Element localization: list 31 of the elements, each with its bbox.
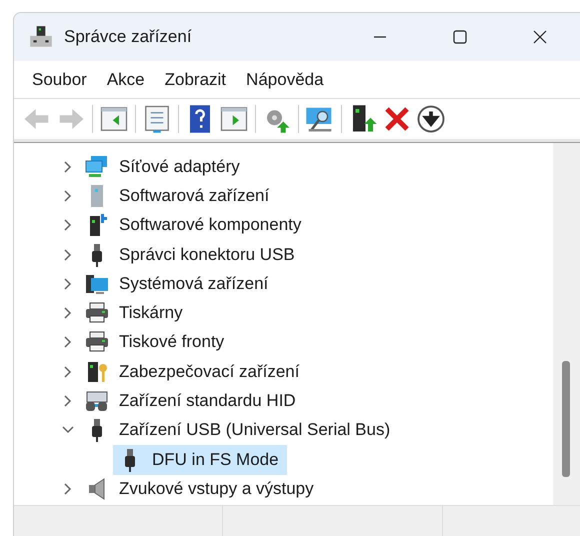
tree-item-label[interactable]: Tiskové fronty	[118, 328, 230, 356]
tree-item-label[interactable]: Zvukové vstupy a výstupy	[118, 474, 319, 503]
tree-item-label[interactable]: Správci konektoru USB	[118, 240, 300, 269]
menu-item[interactable]: Zobrazit	[156, 66, 234, 94]
close-icon	[532, 29, 548, 45]
printer-icon	[85, 330, 109, 354]
maximize-icon	[452, 29, 468, 45]
tree-item-label[interactable]: Softwarové komponenty	[118, 211, 306, 240]
key-icon	[85, 360, 109, 384]
tree-item-label[interactable]: Softwarová zařízení	[118, 182, 274, 210]
printer-icon	[85, 301, 109, 326]
minimize-icon	[372, 36, 388, 38]
scrollbar-thumb[interactable]	[562, 361, 570, 477]
app-icon	[28, 24, 54, 50]
menu-item[interactable]: Akce	[98, 66, 153, 94]
window-title: Správce zařízení	[64, 27, 193, 47]
tree-item-label[interactable]: DFU in FS Mode	[151, 446, 286, 474]
download-icon[interactable]	[416, 104, 446, 134]
menu-item[interactable]: Soubor	[24, 66, 95, 94]
tree-item-label[interactable]: Zařízení USB (Universal Serial Bus)	[118, 416, 396, 444]
monitors-icon	[85, 154, 109, 179]
tree-item-label[interactable]: Zařízení standardu HID	[118, 387, 301, 416]
selected-tree-item[interactable]: DFU in FS Mode	[113, 444, 287, 475]
tree-item-label[interactable]: Síťové adaptéry	[118, 152, 245, 181]
tree-item-label[interactable]: Tiskárny	[118, 299, 188, 328]
tree-item-label[interactable]: Systémová zařízení	[118, 270, 274, 298]
tree-item-label[interactable]: Zabezpečovací zařízení	[118, 358, 304, 386]
properties-icon[interactable]	[142, 104, 172, 134]
menu-item[interactable]: Nápověda	[238, 66, 332, 94]
pane-icon[interactable]	[219, 104, 249, 134]
pane-icon[interactable]	[99, 104, 129, 134]
